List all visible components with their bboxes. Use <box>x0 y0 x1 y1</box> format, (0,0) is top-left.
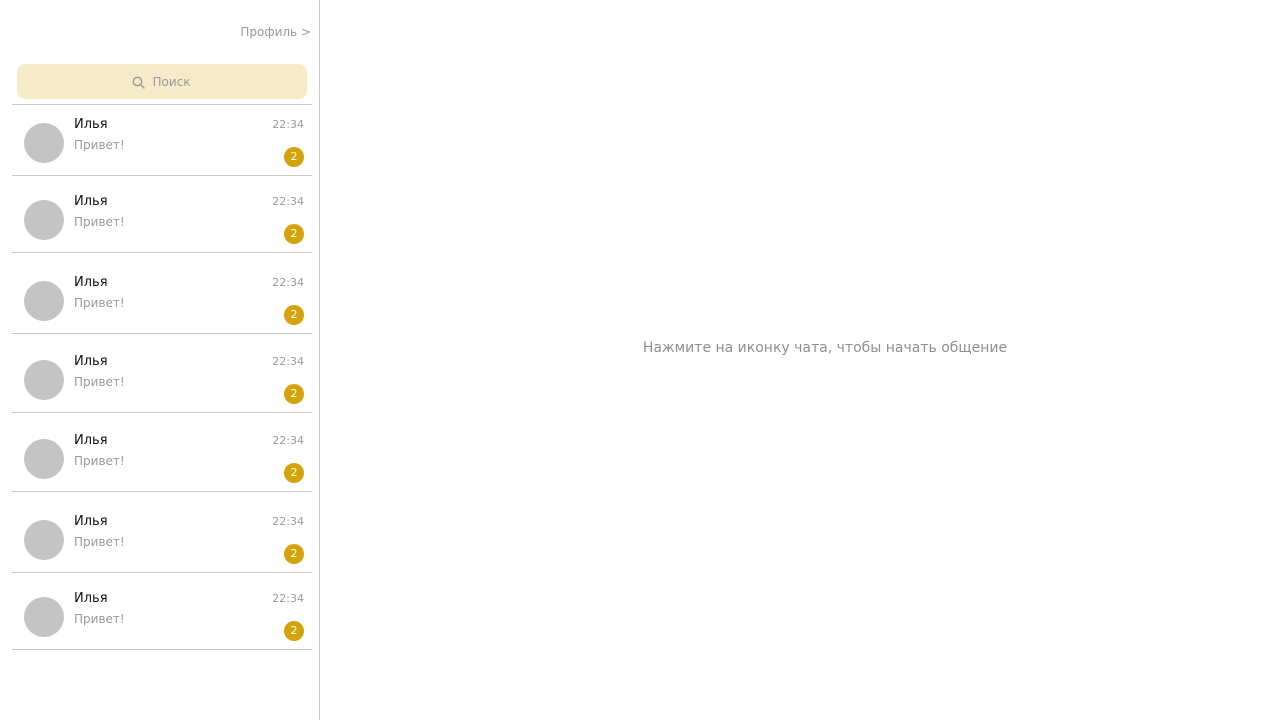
chat-name: Илья <box>74 433 108 448</box>
unread-count-badge: 2 <box>284 147 304 167</box>
chat-name: Илья <box>74 194 108 209</box>
chat-time: 22:34 <box>272 515 304 528</box>
unread-count-badge: 2 <box>284 384 304 404</box>
chat-last-message: Привет! <box>74 612 125 626</box>
search-bar[interactable] <box>17 64 307 99</box>
avatar <box>24 597 64 637</box>
chat-list-item[interactable]: Илья Привет! 22:34 2 <box>12 176 312 253</box>
unread-count-badge: 2 <box>284 544 304 564</box>
chat-time: 22:34 <box>272 355 304 368</box>
avatar <box>24 520 64 560</box>
chat-name: Илья <box>74 591 108 606</box>
avatar <box>24 360 64 400</box>
chat-time: 22:34 <box>272 434 304 447</box>
unread-count-badge: 2 <box>284 224 304 244</box>
avatar <box>24 281 64 321</box>
conversation-area: Нажмите на иконку чата, чтобы начать общ… <box>320 0 1285 720</box>
chat-last-message: Привет! <box>74 296 125 310</box>
chat-list-item[interactable]: Илья Привет! 22:34 2 <box>12 334 312 413</box>
empty-state-hint: Нажмите на иконку чата, чтобы начать общ… <box>642 340 1008 356</box>
chat-sidebar: Профиль > Илья Привет! 22:34 2 Илья Прив… <box>0 0 320 720</box>
avatar <box>24 200 64 240</box>
messenger-app: Профиль > Илья Привет! 22:34 2 Илья Прив… <box>0 0 1285 720</box>
chat-list-item[interactable]: Илья Привет! 22:34 2 <box>12 253 312 334</box>
profile-link[interactable]: Профиль > <box>240 24 311 40</box>
chat-list-item[interactable]: Илья Привет! 22:34 2 <box>12 492 312 573</box>
unread-count-badge: 2 <box>284 463 304 483</box>
chat-time: 22:34 <box>272 118 304 131</box>
chat-list-item[interactable]: Илья Привет! 22:34 2 <box>12 573 312 650</box>
chat-name: Илья <box>74 117 108 132</box>
chat-time: 22:34 <box>272 195 304 208</box>
chat-time: 22:34 <box>272 276 304 289</box>
chat-last-message: Привет! <box>74 375 125 389</box>
unread-count-badge: 2 <box>284 621 304 641</box>
chat-name: Илья <box>74 514 108 529</box>
chat-list-item[interactable]: Илья Привет! 22:34 2 <box>12 105 312 176</box>
chat-time: 22:34 <box>272 592 304 605</box>
avatar <box>24 123 64 163</box>
search-input[interactable] <box>152 74 193 89</box>
chat-name: Илья <box>74 275 108 290</box>
chat-name: Илья <box>74 354 108 369</box>
chat-last-message: Привет! <box>74 215 125 229</box>
avatar <box>24 439 64 479</box>
chat-last-message: Привет! <box>74 454 125 468</box>
chat-last-message: Привет! <box>74 138 125 152</box>
chat-last-message: Привет! <box>74 535 125 549</box>
search-icon <box>132 76 145 89</box>
unread-count-badge: 2 <box>284 305 304 325</box>
chat-list: Илья Привет! 22:34 2 Илья Привет! 22:34 … <box>12 104 312 650</box>
chat-list-item[interactable]: Илья Привет! 22:34 2 <box>12 413 312 492</box>
